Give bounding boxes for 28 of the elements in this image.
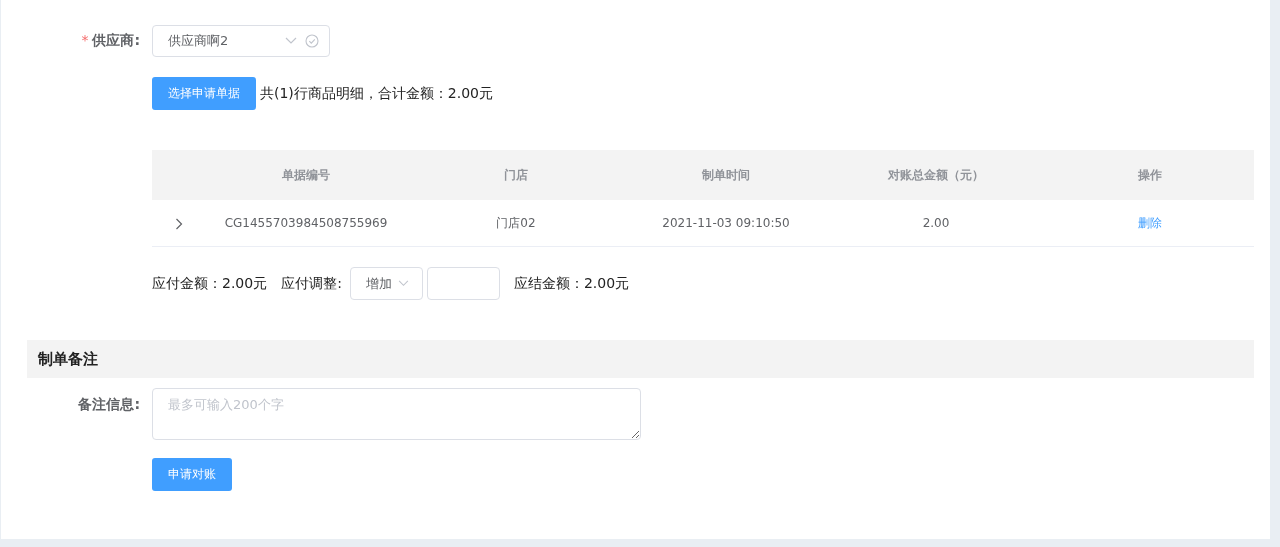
remarks-label: 备注信息:	[78, 396, 140, 414]
column-header: 制单时间	[702, 167, 750, 182]
table-cell: 2021-11-03 09:10:50	[662, 216, 790, 230]
supplier-select[interactable]: 供应商啊2	[152, 25, 330, 57]
section-title: 制单备注	[38, 349, 98, 369]
supplier-label: 供应商:	[92, 32, 140, 50]
delete-link[interactable]: 删除	[1138, 215, 1162, 230]
table-cell: 2.00	[922, 216, 950, 230]
adjust-type-select[interactable]: 增加	[349, 267, 423, 300]
check-circle-icon	[305, 34, 319, 48]
adjust-amount-field[interactable]	[426, 267, 500, 300]
table-cell: CG1455703984508755969	[224, 216, 388, 230]
select-documents-button[interactable]: 选择申请单据	[152, 77, 256, 110]
required-mark: *	[81, 32, 89, 50]
payable-amount: 应付金额：2.00元	[152, 274, 268, 293]
adjust-label: 应付调整:	[281, 274, 342, 293]
expand-chevron-icon[interactable]	[175, 217, 183, 230]
summary-text: 共(1)行商品明细，合计金额：2.00元	[260, 84, 493, 103]
column-header: 操作	[1138, 167, 1162, 182]
column-header: 单据编号	[282, 167, 330, 182]
remarks-field[interactable]: 最多可输入200个字	[152, 388, 641, 440]
column-header: 门店	[504, 167, 528, 182]
chevron-down-icon	[285, 37, 297, 45]
settle-amount: 应结金额：2.00元	[513, 274, 630, 293]
chevron-down-icon	[397, 280, 409, 287]
column-header: 对账总金额（元）	[888, 167, 984, 182]
submit-button[interactable]: 申请对账	[152, 458, 232, 491]
table-cell: 门店02	[496, 215, 536, 230]
